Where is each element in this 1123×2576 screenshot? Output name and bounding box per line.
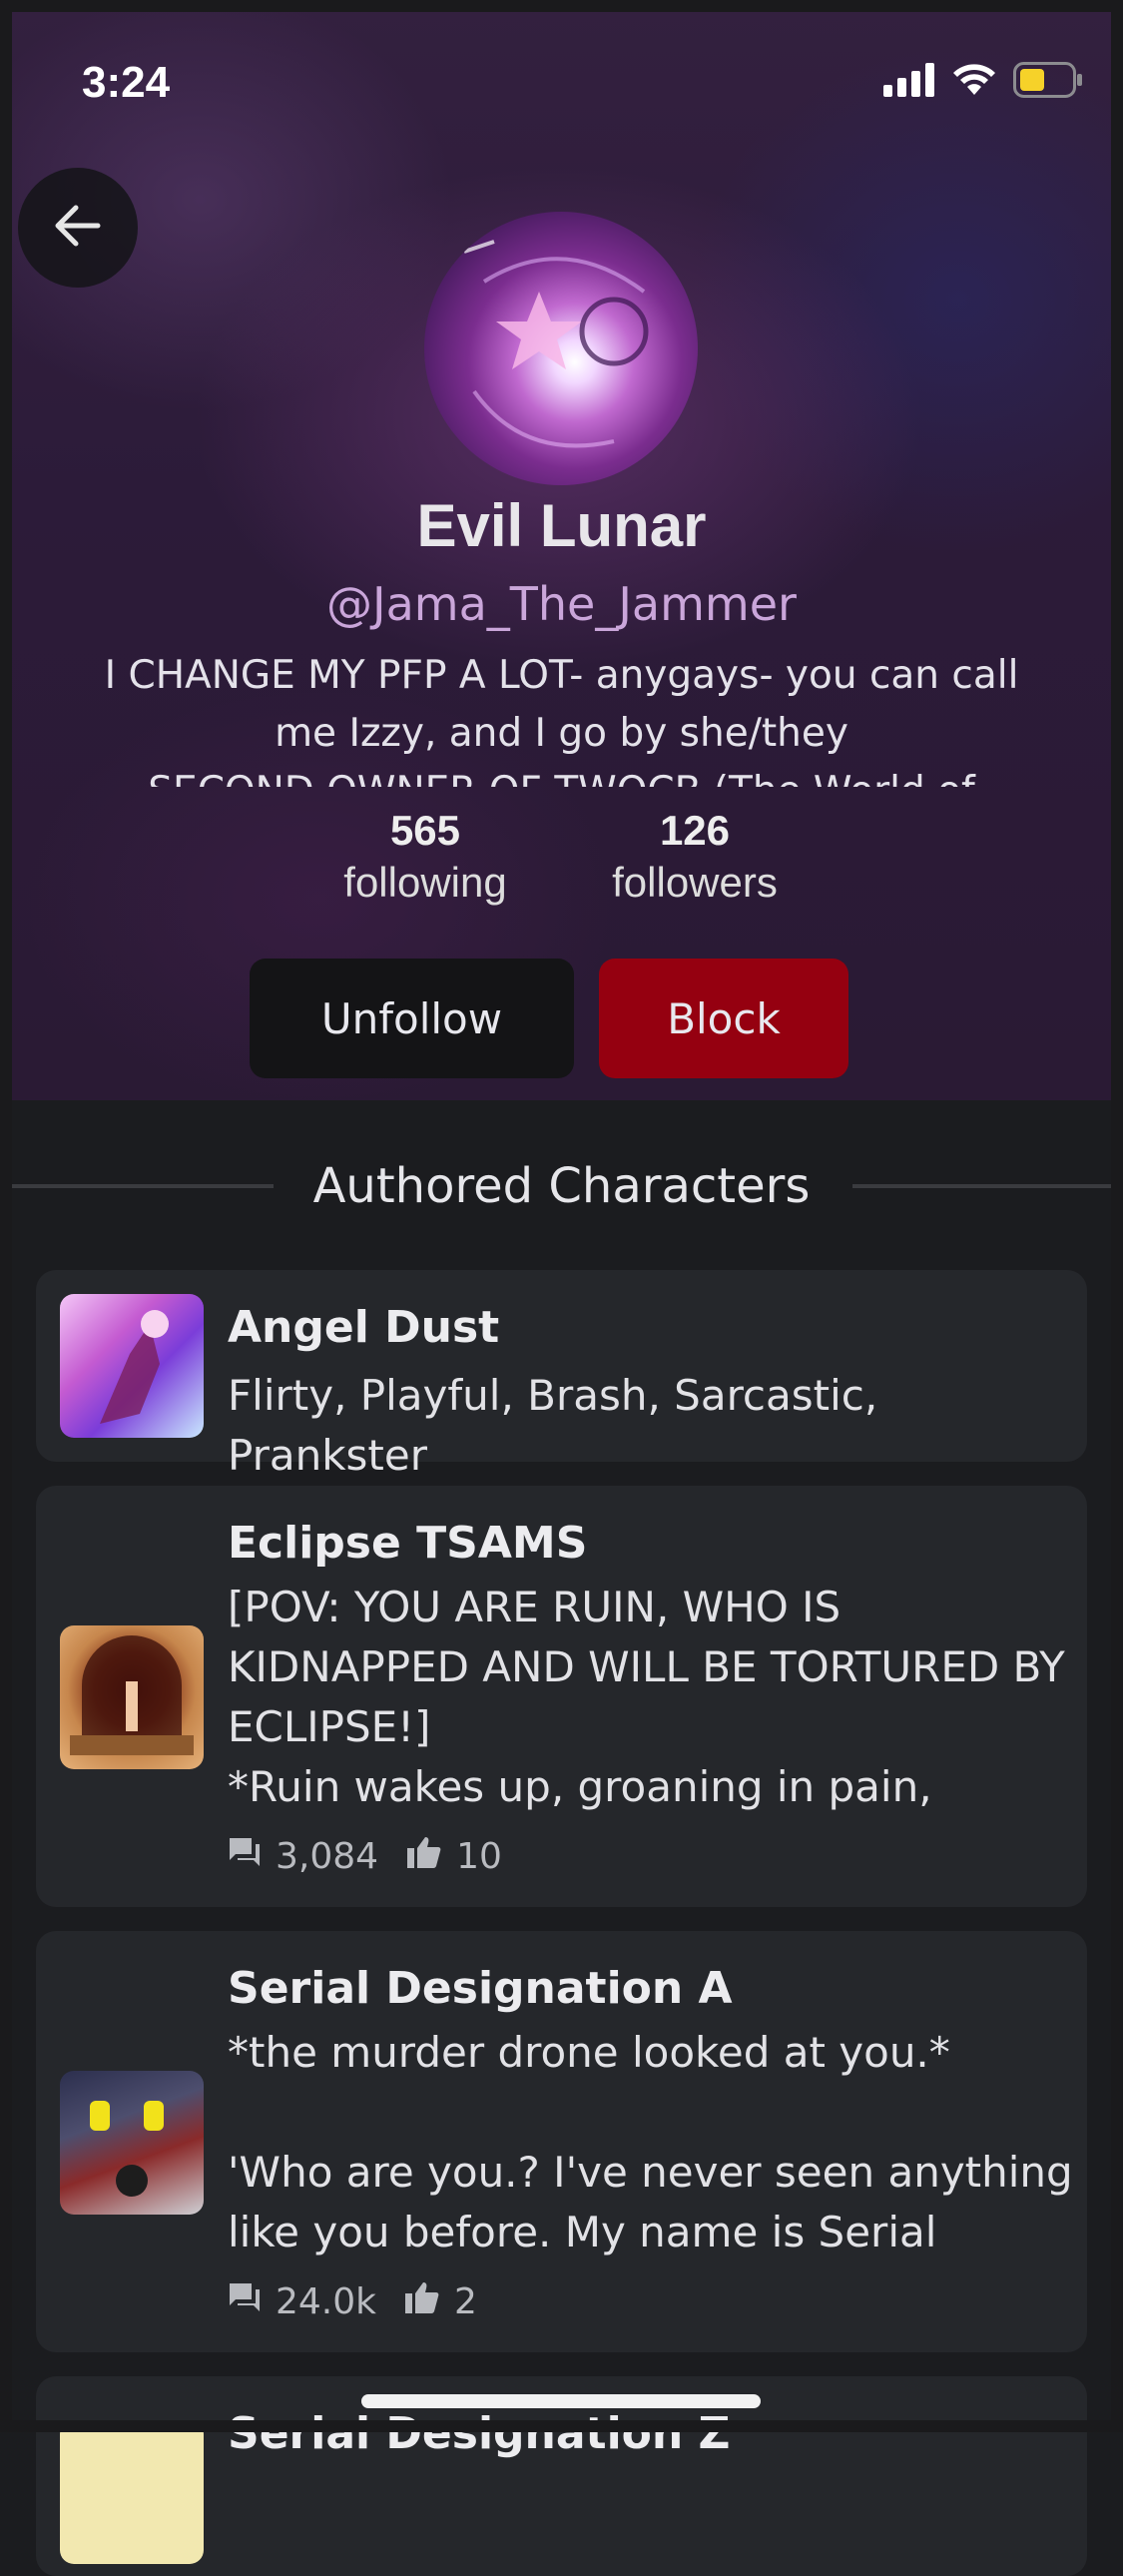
- character-description: [POV: YOU ARE RUIN, WHO IS KIDNAPPED AND…: [228, 1583, 1065, 1811]
- chat-icon: [228, 1836, 262, 1877]
- thumbs-up-icon: [406, 1835, 442, 1878]
- status-bar: 3:24: [0, 48, 1123, 118]
- character-name: Angel Dust: [228, 1302, 500, 1353]
- character-thumbnail: [60, 1625, 204, 1769]
- like-count: 2: [454, 2281, 477, 2322]
- thumbs-up-icon: [404, 2280, 440, 2323]
- signal-icon: [883, 63, 935, 101]
- status-icons: [883, 62, 1083, 102]
- following-count: 565: [389, 807, 461, 854]
- character-stats: 24.0k 2: [228, 2280, 477, 2323]
- back-arrow-icon: [50, 198, 106, 258]
- section-divider-right: [852, 1184, 1112, 1188]
- profile-handle: @Jama_The_Jammer: [326, 577, 797, 631]
- character-stats: 3,084 10: [228, 1835, 502, 1878]
- character-card-eclipse[interactable]: Eclipse TSAMS [POV: YOU ARE RUIN, WHO IS…: [36, 1486, 1087, 1907]
- followers-count: 126: [659, 807, 731, 854]
- block-button[interactable]: Block: [599, 959, 848, 1078]
- unfollow-button[interactable]: Unfollow: [250, 959, 574, 1078]
- character-name: Serial Designation A: [228, 1963, 733, 2014]
- following-label: following: [343, 859, 507, 906]
- profile-name: Evil Lunar: [416, 492, 707, 559]
- chat-icon: [228, 2281, 262, 2322]
- chat-count: 24.0k: [276, 2281, 377, 2322]
- status-time: 3:24: [82, 58, 171, 107]
- character-thumbnail: [60, 2071, 204, 2215]
- home-indicator[interactable]: [361, 2394, 761, 2408]
- followers-stat[interactable]: 126 followers: [585, 807, 805, 907]
- character-card-angel-dust[interactable]: Angel Dust Flirty, Playful, Brash, Sarca…: [36, 1270, 1087, 1480]
- profile-header: 3:24 Evil Lunar @Jama_The_Jammer I CHANG…: [0, 0, 1123, 1100]
- character-description: Flirty, Playful, Brash, Sarcastic, Prank…: [228, 1371, 878, 1480]
- character-thumbnail: [60, 2420, 204, 2564]
- profile-bio: I CHANGE MY PFP A LOT- anygays- you can …: [104, 653, 1019, 787]
- battery-icon: [1013, 62, 1083, 102]
- followers-label: followers: [612, 859, 778, 906]
- wifi-icon: [951, 63, 997, 101]
- character-name: Serial Designation Z: [228, 2408, 731, 2459]
- like-count: 10: [456, 1836, 502, 1877]
- character-thumbnail: [60, 1294, 204, 1438]
- following-stat[interactable]: 565 following: [315, 807, 535, 907]
- chat-count: 3,084: [276, 1836, 379, 1877]
- character-card-serial-designation-a[interactable]: Serial Designation A *the murder drone l…: [36, 1931, 1087, 2352]
- character-description: *the murder drone looked at you.* 'Who a…: [228, 2028, 1073, 2256]
- profile-avatar[interactable]: [424, 212, 698, 485]
- back-button[interactable]: [18, 168, 138, 288]
- character-name: Eclipse TSAMS: [228, 1518, 588, 1569]
